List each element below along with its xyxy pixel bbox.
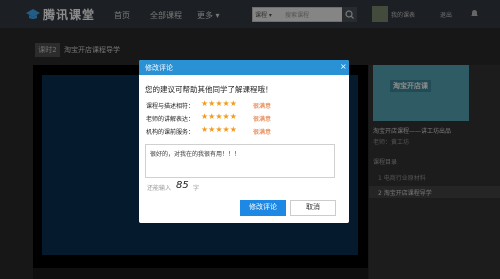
comment-text[interactable]: 很好的，对我在的我很有用！！！	[150, 149, 240, 158]
star-rating-match[interactable]: ★★★★★	[201, 99, 237, 108]
star-rating-teacher[interactable]: ★★★★★	[201, 112, 237, 121]
rating-label-service: 机构的课前服务：	[146, 129, 195, 136]
dialog-prompt: 您的建议可帮助其他同学了解课程哦！	[145, 85, 273, 94]
rating-label-teacher: 老师的讲解表达：	[146, 116, 195, 123]
cancel-button[interactable]: 取消	[290, 200, 336, 216]
dialog-title: 修改评论	[145, 64, 173, 72]
rating-text-teacher: 很满意	[253, 116, 272, 123]
star-rating-service[interactable]: ★★★★★	[201, 125, 237, 134]
rating-text-match: 很满意	[253, 103, 272, 110]
rating-label-match: 课程与描述相符：	[146, 103, 195, 110]
rating-text-service: 很满意	[253, 129, 272, 136]
remaining-count: 85	[176, 180, 189, 191]
remaining-unit: 字	[193, 185, 200, 192]
remaining-label: 还能输入	[147, 185, 172, 192]
close-icon[interactable]: ×	[340, 62, 347, 71]
submit-review-button[interactable]: 修改评论	[240, 200, 286, 216]
